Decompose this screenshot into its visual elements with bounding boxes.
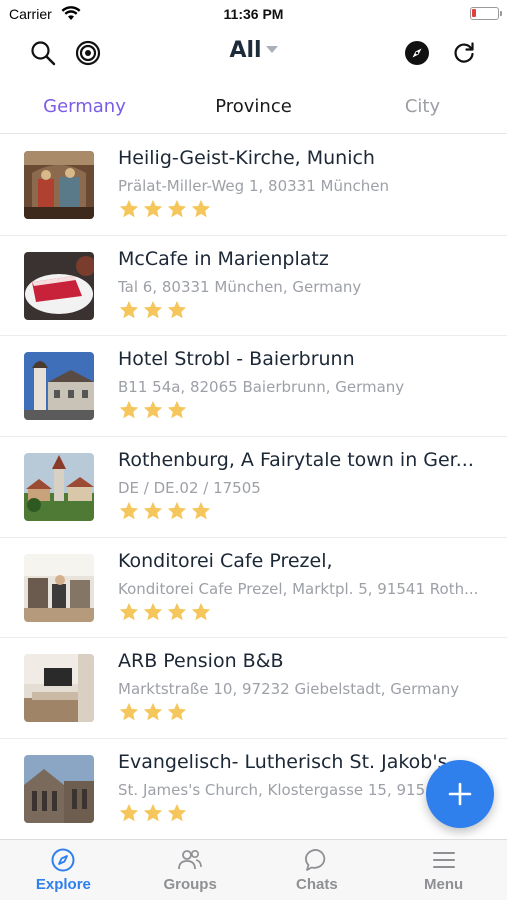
tab-germany[interactable]: Germany: [0, 90, 169, 124]
star-icon: [143, 803, 163, 822]
place-thumbnail: [24, 151, 94, 219]
place-address: DE / DE.02 / 17505: [118, 479, 261, 498]
star-icon: [167, 703, 187, 721]
top-bar: All: [0, 28, 507, 78]
chevron-down-icon: [265, 45, 278, 53]
star-icon: [143, 602, 163, 620]
rating-stars: [118, 802, 190, 824]
list-item[interactable]: McCafe in Marienplatz Tal 6, 80331 Münch…: [0, 236, 507, 337]
battery-icon: [470, 7, 502, 20]
places-list[interactable]: Heilig-Geist-Kirche, Munich Prälat-Mille…: [0, 135, 507, 839]
star-icon: [167, 602, 187, 620]
place-thumbnail: [24, 352, 94, 421]
nav-chats[interactable]: Chats: [254, 840, 381, 900]
place-thumbnail: [24, 755, 94, 824]
place-address: Marktstraße 10, 97232 Giebelstadt, Germa…: [118, 680, 460, 699]
nav-groups[interactable]: Groups: [127, 840, 254, 900]
people-icon: [178, 849, 202, 870]
place-title: ARB Pension B&B: [118, 650, 284, 673]
tab-province[interactable]: Province: [169, 90, 338, 124]
list-item[interactable]: Heilig-Geist-Kirche, Munich Prälat-Mille…: [0, 135, 507, 236]
star-icon: [167, 401, 187, 419]
star-icon: [143, 501, 163, 520]
list-item[interactable]: Rothenburg, A Fairytale town in Ger... D…: [0, 437, 507, 538]
compass-icon: [51, 848, 75, 872]
list-item[interactable]: ARB Pension B&B Marktstraße 10, 97232 Gi…: [0, 638, 507, 740]
star-icon: [119, 199, 139, 218]
place-title: Hotel Strobl - Baierbrunn: [118, 348, 355, 371]
add-place-button[interactable]: [426, 760, 494, 828]
place-title: Konditorei Cafe Prezel,: [118, 549, 333, 572]
star-icon: [143, 199, 163, 218]
rating-stars: [118, 701, 190, 723]
nav-label: Menu: [424, 876, 464, 893]
clock: 11:36 PM: [223, 6, 284, 22]
star-icon: [167, 803, 187, 822]
star-icon: [119, 401, 139, 419]
place-title: Heilig-Geist-Kirche, Munich: [118, 147, 375, 169]
category-filter-label: All: [229, 38, 262, 63]
star-icon: [143, 703, 163, 721]
map-button[interactable]: [400, 36, 434, 70]
refresh-icon: [454, 42, 474, 63]
star-icon: [143, 300, 163, 318]
star-icon: [191, 501, 211, 520]
place-thumbnail: [24, 654, 94, 723]
chat-bubble-icon: [304, 849, 326, 871]
refresh-button[interactable]: [447, 36, 481, 70]
region-tabs: Germany Province City: [0, 90, 507, 124]
star-icon: [191, 602, 211, 620]
place-address: Prälat-Miller-Weg 1, 80331 München: [118, 177, 389, 195]
place-thumbnail: [24, 553, 94, 622]
bottom-nav: Explore Groups Chats Menu: [0, 839, 507, 900]
compass-icon: [405, 41, 429, 65]
place-address: Konditorei Cafe Prezel, Marktpl. 5, 9154…: [118, 579, 479, 598]
place-title: McCafe in Marienplatz: [118, 247, 329, 270]
place-address: St. James's Church, Klostergasse 15, 915…: [118, 781, 440, 800]
rating-stars: [118, 198, 214, 220]
divider: [0, 133, 507, 134]
tab-city[interactable]: City: [338, 90, 507, 124]
rating-stars: [118, 399, 190, 421]
place-address: Tal 6, 80331 München, Germany: [118, 277, 362, 296]
star-icon: [119, 703, 139, 721]
nav-label: Groups: [163, 876, 217, 893]
rating-stars: [118, 500, 214, 522]
star-icon: [191, 199, 211, 218]
place-title: Rothenburg, A Fairytale town in Ger...: [118, 449, 474, 472]
place-title: Evangelisch- Lutherisch St. Jakob's K...: [118, 751, 479, 774]
star-icon: [119, 300, 139, 318]
star-icon: [119, 501, 139, 520]
nav-menu[interactable]: Menu: [380, 840, 507, 900]
place-address: B11 54a, 82065 Baierbrunn, Germany: [118, 378, 405, 397]
star-icon: [143, 401, 163, 419]
place-thumbnail: [24, 453, 94, 522]
nav-label: Chats: [296, 876, 338, 893]
star-icon: [119, 803, 139, 822]
rating-stars: [118, 601, 214, 623]
nav-explore[interactable]: Explore: [0, 840, 127, 900]
star-icon: [167, 300, 187, 318]
star-icon: [119, 602, 139, 620]
star-icon: [167, 199, 187, 218]
place-thumbnail: [24, 251, 94, 320]
list-item[interactable]: Konditorei Cafe Prezel, Konditorei Cafe …: [0, 538, 507, 639]
status-bar: Carrier 11:36 PM: [0, 0, 507, 28]
list-item[interactable]: Hotel Strobl - Baierbrunn B11 54a, 82065…: [0, 336, 507, 438]
menu-icon: [432, 852, 455, 868]
rating-stars: [118, 299, 190, 321]
nav-label: Explore: [35, 876, 91, 893]
plus-icon: [448, 782, 472, 806]
star-icon: [167, 501, 187, 520]
